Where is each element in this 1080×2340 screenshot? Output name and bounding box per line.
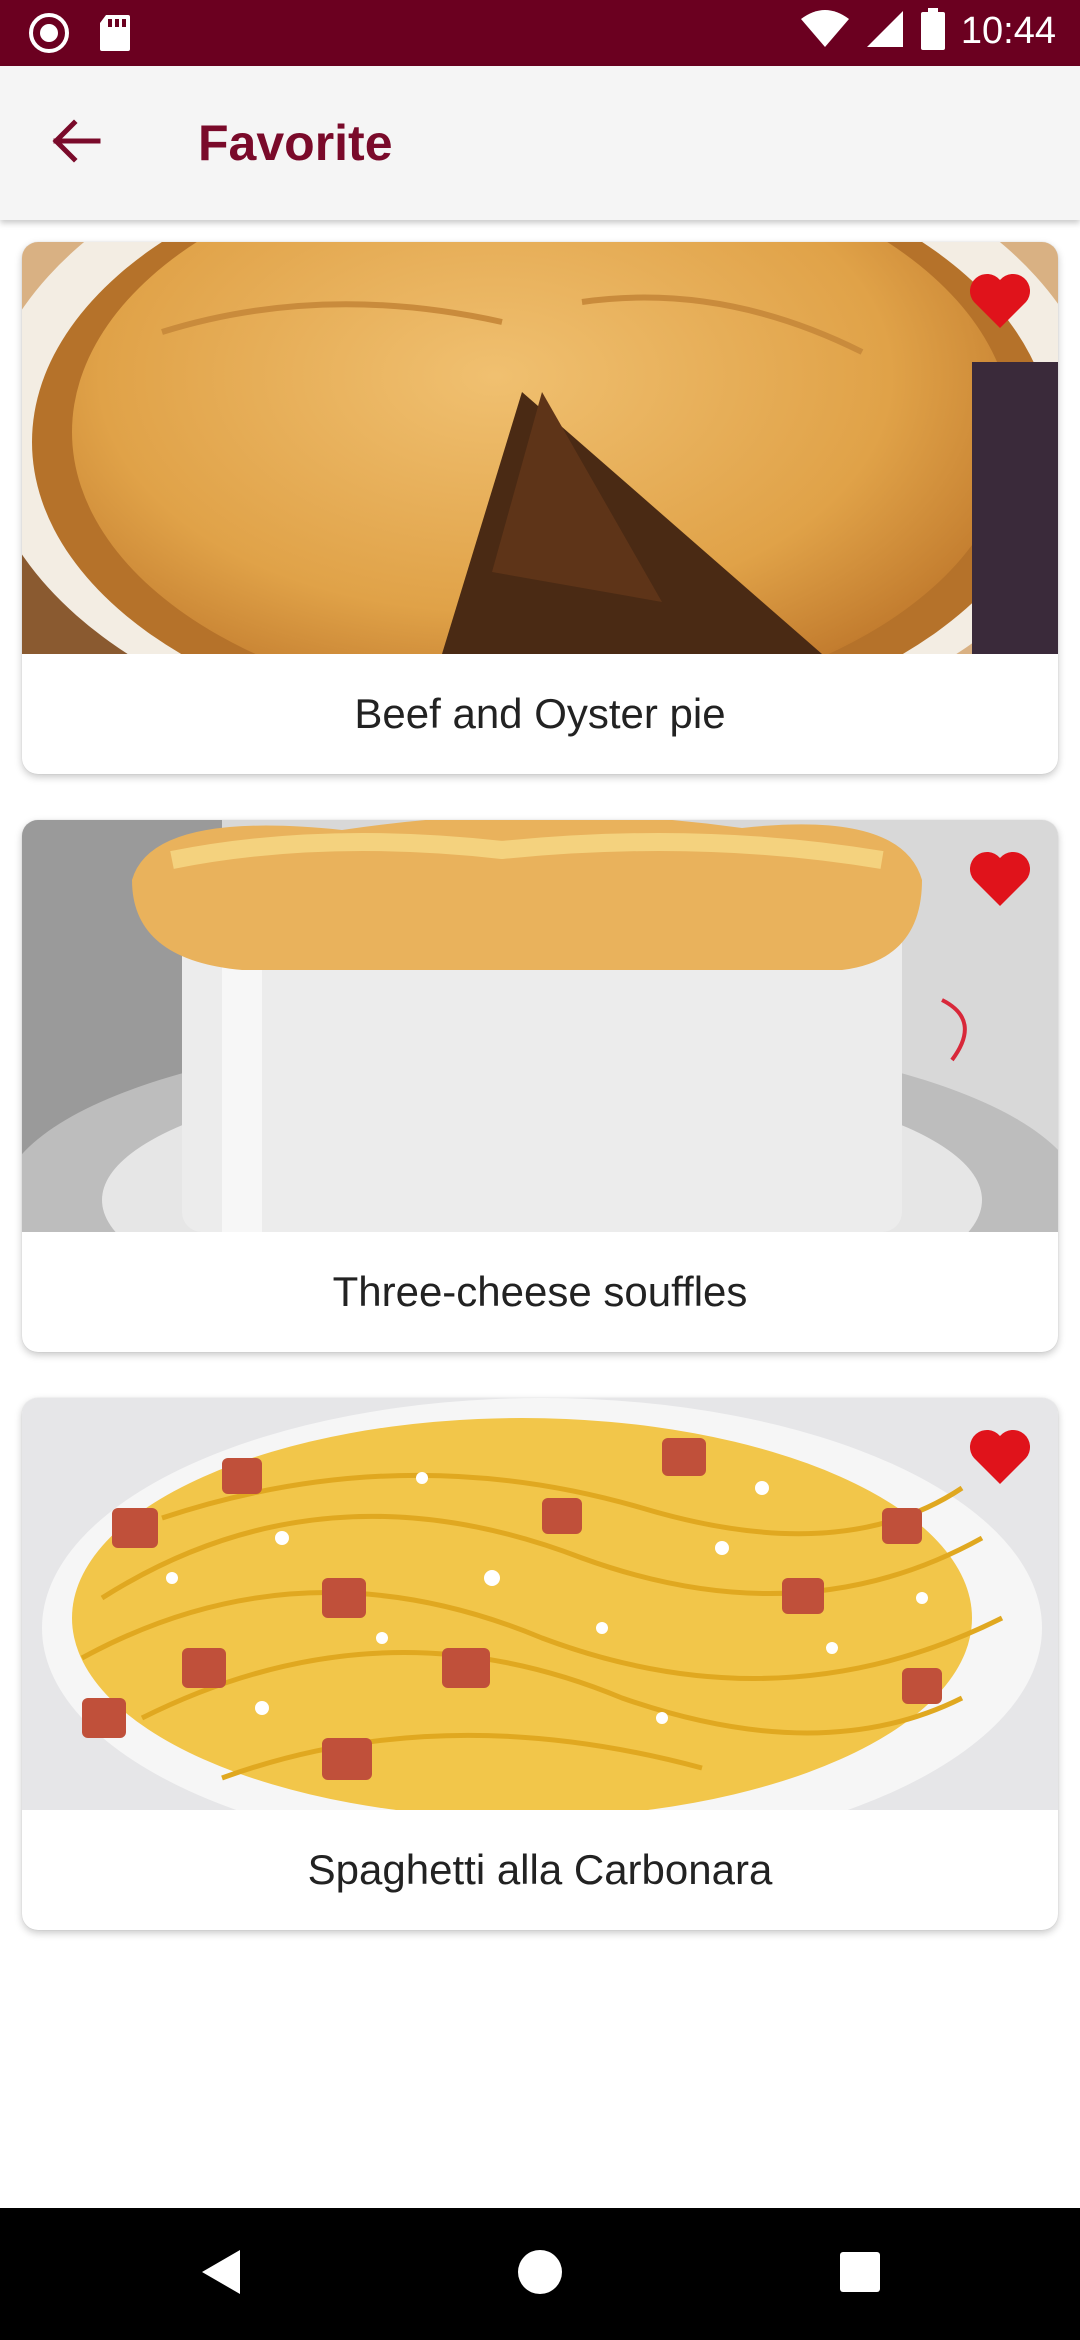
status-time: 10:44 <box>960 10 1056 52</box>
system-nav-bar <box>0 2208 1080 2340</box>
sd-card-icon <box>98 13 132 58</box>
back-button[interactable] <box>40 106 114 180</box>
home-circle-icon <box>516 2248 564 2301</box>
nav-back-button[interactable] <box>190 2244 250 2304</box>
nav-home-button[interactable] <box>510 2244 570 2304</box>
page-title: Favorite <box>198 115 393 171</box>
signal-icon <box>865 9 905 54</box>
back-triangle-icon <box>198 2248 242 2301</box>
status-bar: 10:44 <box>0 0 1080 66</box>
wifi-icon <box>800 9 849 54</box>
app-bar: Favorite <box>0 66 1080 220</box>
recipe-card[interactable]: Three-cheese souffles <box>22 820 1058 1352</box>
recipe-card[interactable]: Beef and Oyster pie <box>22 242 1058 774</box>
recipe-name: Three-cheese souffles <box>332 1268 748 1315</box>
recipe-card[interactable]: Spaghetti alla Carbonara <box>22 1398 1058 1930</box>
recents-square-icon <box>838 2250 882 2299</box>
nav-recents-button[interactable] <box>830 2244 890 2304</box>
heart-icon[interactable] <box>968 1428 1032 1486</box>
recipe-name: Spaghetti alla Carbonara <box>307 1846 773 1893</box>
battery-icon <box>920 8 945 55</box>
recipe-photo <box>22 820 1058 1232</box>
recipe-photo <box>22 1398 1058 1810</box>
arrow-left-icon <box>52 118 102 168</box>
recipe-name: Beef and Oyster pie <box>354 690 726 737</box>
recipe-photo <box>22 242 1058 654</box>
heart-icon[interactable] <box>968 850 1032 908</box>
heart-icon[interactable] <box>968 272 1032 330</box>
record-icon <box>28 12 70 59</box>
